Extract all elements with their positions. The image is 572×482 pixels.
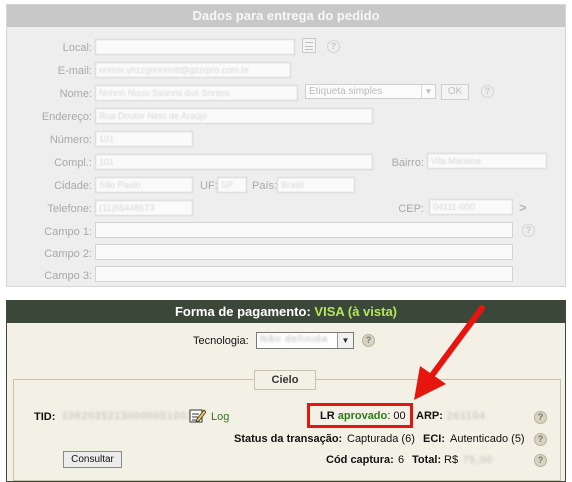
bairro-label: Bairro: bbox=[391, 157, 424, 169]
consultar-button[interactable]: Consultar bbox=[63, 451, 122, 468]
cielo-tab[interactable]: Cielo bbox=[254, 370, 316, 390]
pais-label: País: bbox=[252, 180, 278, 192]
delivery-title: Dados para entrega do pedido bbox=[7, 5, 565, 27]
uf-field[interactable]: SP bbox=[217, 177, 247, 193]
eci-value: Autenticado (5) bbox=[450, 433, 525, 445]
endereco-label: Endereço: bbox=[41, 111, 92, 123]
uf-label: UF: bbox=[200, 180, 218, 192]
cep-label: CEP: bbox=[398, 203, 424, 215]
numero-field[interactable]: 101 bbox=[95, 131, 193, 147]
status-value: Capturada (6) bbox=[347, 433, 415, 445]
label-type-value: Etiqueta simples bbox=[309, 86, 383, 97]
help-icon[interactable]: ? bbox=[327, 40, 340, 53]
campo1-field[interactable] bbox=[95, 222, 513, 238]
local-field[interactable] bbox=[95, 39, 295, 55]
list-icon[interactable] bbox=[302, 38, 316, 53]
campo1-label: Campo 1: bbox=[44, 226, 92, 238]
pais-field[interactable]: Brasil bbox=[277, 177, 355, 193]
compl-field[interactable]: 101 bbox=[95, 154, 373, 170]
status-label: Status da transação: bbox=[234, 433, 343, 445]
tecnologia-select[interactable]: Não definida ▼ bbox=[256, 332, 354, 349]
lr-approved: aprovado bbox=[337, 410, 388, 422]
edit-log-icon[interactable] bbox=[189, 408, 207, 424]
eci-label: ECI: bbox=[423, 433, 445, 445]
endereco-field[interactable]: Rua Doutor Neto de Araújo bbox=[95, 108, 373, 124]
telefone-label: Telefone: bbox=[47, 203, 92, 215]
help-icon[interactable]: ? bbox=[362, 334, 375, 347]
delivery-panel: Dados para entrega do pedido Local: ? E-… bbox=[6, 4, 566, 287]
arrow-right-icon[interactable]: > bbox=[519, 200, 527, 215]
email-field[interactable]: nnnnn.yhzzgnnnnntt@gzzrpro.com.br bbox=[95, 62, 291, 78]
campo3-label: Campo 3: bbox=[44, 270, 92, 282]
compl-label: Compl.: bbox=[54, 157, 92, 169]
help-icon[interactable]: ? bbox=[534, 411, 547, 424]
tid-value: 10620352130000051001 bbox=[62, 411, 194, 422]
chevron-down-icon: ▼ bbox=[421, 85, 435, 98]
nome-label: Nome: bbox=[59, 88, 92, 100]
help-icon[interactable]: ? bbox=[534, 433, 547, 446]
campo3-field[interactable] bbox=[95, 266, 513, 282]
arp-value: 261104 bbox=[447, 411, 486, 422]
tecnologia-label: Tecnologia: bbox=[193, 335, 249, 347]
ok-button[interactable]: OK bbox=[441, 84, 469, 100]
cod-captura-label: Cód captura: bbox=[326, 454, 394, 466]
nome-field[interactable]: Nnnnn Nuuu Ssnnns dus Snntos bbox=[95, 85, 298, 101]
lr-label: LR bbox=[320, 410, 338, 422]
arp-label: ARP: bbox=[416, 410, 443, 422]
telefone-field[interactable]: (11)55448573 bbox=[95, 200, 193, 216]
lr-status: LR aprovado: 00 bbox=[320, 410, 406, 422]
total-currency: R$ bbox=[444, 454, 459, 466]
local-label: Local: bbox=[62, 42, 92, 54]
help-icon[interactable]: ? bbox=[522, 224, 535, 237]
numero-label: Número: bbox=[49, 134, 92, 146]
total-label: Total: bbox=[412, 454, 442, 466]
cod-captura-value: 6 bbox=[398, 454, 405, 466]
payment-title-prefix: Forma de pagamento: bbox=[174, 304, 315, 319]
tecnologia-value: Não definida bbox=[260, 334, 329, 345]
cep-field[interactable]: 04111-000 bbox=[429, 199, 513, 215]
help-icon[interactable]: ? bbox=[481, 85, 494, 98]
payment-brand: VISA (à vista) bbox=[314, 304, 398, 319]
bairro-field[interactable]: Vila Mariana bbox=[427, 153, 547, 169]
annotation-arrow-icon bbox=[414, 305, 485, 400]
total-amount: 75,00 bbox=[463, 455, 494, 466]
campo2-field[interactable] bbox=[95, 244, 513, 260]
chevron-down-icon: ▼ bbox=[337, 333, 353, 348]
tid-label: TID: bbox=[34, 411, 56, 423]
label-type-select[interactable]: Etiqueta simples ▼ bbox=[305, 84, 436, 99]
lr-code: : 00 bbox=[387, 410, 406, 422]
help-icon[interactable]: ? bbox=[534, 454, 547, 467]
cidade-field[interactable]: São Paulo bbox=[95, 177, 193, 193]
log-link[interactable]: Log bbox=[211, 411, 229, 423]
campo2-label: Campo 2: bbox=[44, 248, 92, 260]
email-label: E-mail: bbox=[57, 65, 92, 77]
cidade-label: Cidade: bbox=[54, 180, 92, 192]
